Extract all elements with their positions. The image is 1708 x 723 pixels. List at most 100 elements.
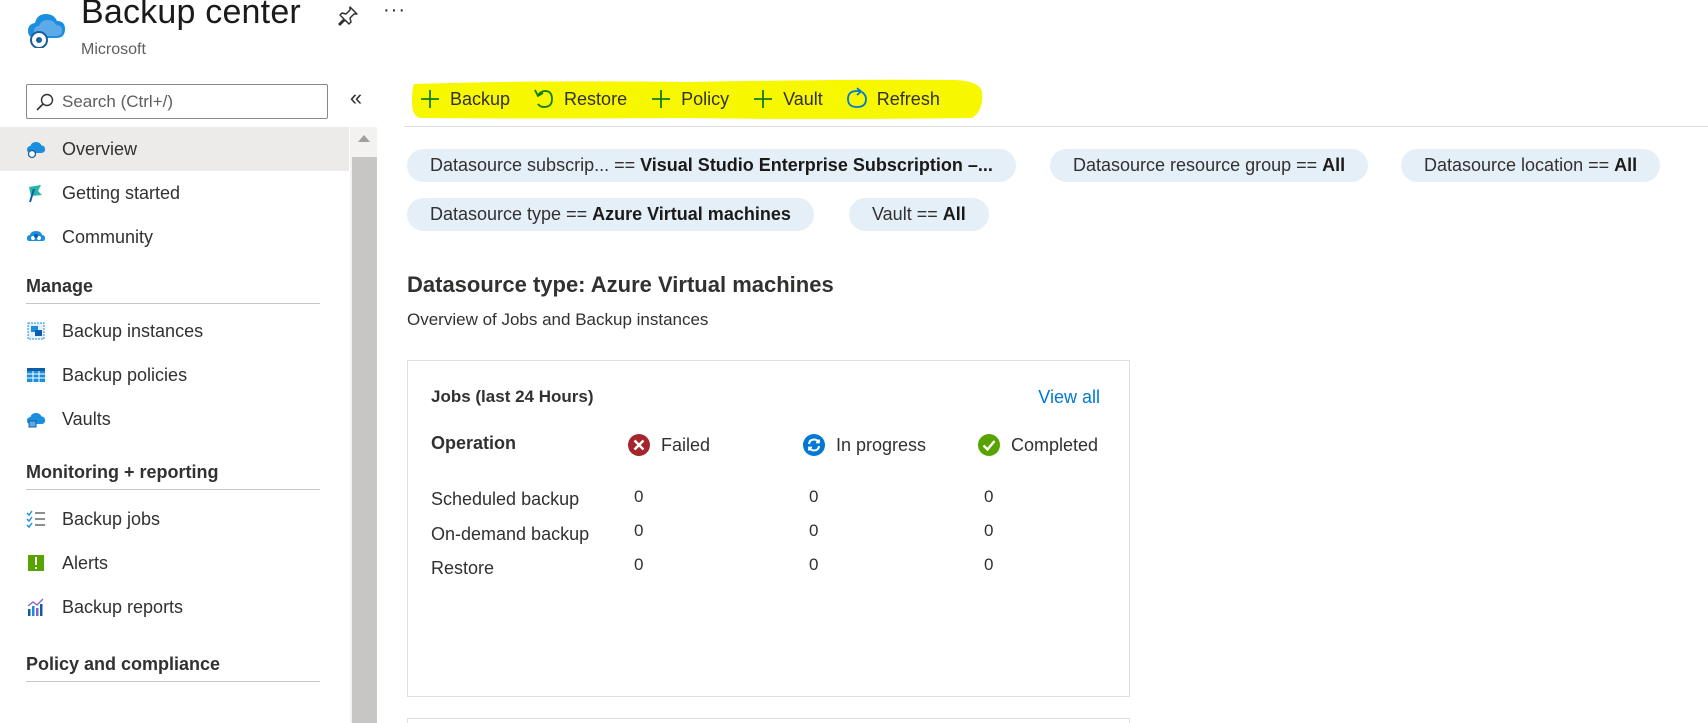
sidebar-item-label: Alerts xyxy=(62,552,109,573)
completed-icon xyxy=(978,434,1000,456)
pin-icon[interactable] xyxy=(336,4,360,28)
backup-button[interactable]: Backup xyxy=(418,87,510,111)
value-completed[interactable]: 0 xyxy=(984,487,993,507)
sidebar-item-community[interactable]: Community xyxy=(0,215,349,259)
filter-pill-resource-group[interactable]: Datasource resource group == All xyxy=(1050,149,1369,182)
jobs-card-title: Jobs (last 24 Hours) xyxy=(431,387,594,406)
getting-started-icon xyxy=(26,183,46,203)
sidebar-item-label: Backup policies xyxy=(62,364,188,385)
scroll-up-arrow-icon[interactable] xyxy=(350,127,377,149)
backup-button-label: Backup xyxy=(450,88,511,109)
sidebar-item-vaults[interactable]: Vaults xyxy=(0,397,349,441)
filter-pill-location[interactable]: Datasource location == All xyxy=(1401,149,1661,182)
filter-key: Datasource location == xyxy=(1424,155,1610,175)
page-title: Backup center xyxy=(81,0,301,31)
policy-button-label: Policy xyxy=(681,88,730,109)
sidebar-item-label: Getting started xyxy=(62,182,181,203)
nav-divider xyxy=(26,489,320,490)
column-header-completed: Completed xyxy=(977,433,1098,457)
filter-key: Vault == xyxy=(872,204,938,224)
policy-button[interactable]: Policy xyxy=(649,87,729,111)
search-icon xyxy=(36,93,54,111)
vault-button[interactable]: Vault xyxy=(751,87,823,111)
vaults-icon xyxy=(26,409,46,429)
sidebar-item-label: Community xyxy=(62,226,154,247)
row-label-scheduled-backup: Scheduled backup xyxy=(431,489,580,509)
filter-value: All xyxy=(1322,155,1346,175)
value-failed[interactable]: 0 xyxy=(634,555,643,575)
filter-key: Datasource subscrip... == xyxy=(430,155,636,175)
filter-pill-vault[interactable]: Vault == All xyxy=(849,198,989,231)
more-options-icon[interactable]: ··· xyxy=(383,0,406,22)
section-subtitle: Overview of Jobs and Backup instances xyxy=(407,310,709,329)
vault-button-label: Vault xyxy=(783,88,823,109)
backup-jobs-icon xyxy=(26,509,46,529)
filter-value: Azure Virtual machines xyxy=(592,204,791,224)
backup-reports-icon xyxy=(26,597,46,617)
filter-value: All xyxy=(1614,155,1638,175)
toolbar-divider xyxy=(404,126,1708,127)
failed-icon xyxy=(628,434,650,456)
filter-pill-subscription[interactable]: Datasource subscrip... == Visual Studio … xyxy=(407,149,1016,182)
column-label-in-progress: In progress xyxy=(836,434,927,455)
in-progress-icon xyxy=(803,434,825,456)
sidebar-item-overview[interactable]: Overview xyxy=(0,127,349,171)
backup-instances-icon xyxy=(26,321,46,341)
filter-value: Visual Studio Enterprise Subscription –.… xyxy=(640,155,993,175)
filter-key: Datasource type == xyxy=(430,204,588,224)
sidebar-item-label: Backup jobs xyxy=(62,508,161,529)
value-completed[interactable]: 0 xyxy=(984,521,993,541)
next-card-edge xyxy=(407,718,1130,723)
search-box[interactable] xyxy=(26,84,328,119)
refresh-icon xyxy=(846,87,867,108)
sidebar-item-label: Backup reports xyxy=(62,596,184,617)
app-header: Backup center ··· Microsoft xyxy=(0,0,1708,70)
value-completed[interactable]: 0 xyxy=(984,555,993,575)
sidebar-nav: Overview Getting started Community Manag… xyxy=(0,127,349,723)
toolbar-buttons: Backup Restore Policy Vault Refresh xyxy=(418,82,962,116)
column-label-completed: Completed xyxy=(1011,434,1099,455)
refresh-button[interactable]: Refresh xyxy=(845,87,940,111)
view-all-link[interactable]: View all xyxy=(1038,387,1100,408)
plus-icon xyxy=(754,90,773,108)
value-in-progress[interactable]: 0 xyxy=(809,521,818,541)
scrollbar-thumb[interactable] xyxy=(352,157,377,723)
sidebar-item-backup-instances[interactable]: Backup instances xyxy=(0,309,349,353)
collapse-sidebar-button[interactable]: « xyxy=(345,87,367,110)
sidebar-item-alerts[interactable]: Alerts xyxy=(0,541,349,585)
column-header-in-progress: In progress xyxy=(802,433,926,457)
backup-policies-icon xyxy=(26,365,46,385)
sidebar-item-getting-started[interactable]: Getting started xyxy=(0,171,349,215)
sidebar-scrollbar[interactable] xyxy=(350,127,377,723)
restore-button[interactable]: Restore xyxy=(532,87,627,111)
sidebar-item-backup-jobs[interactable]: Backup jobs xyxy=(0,497,349,541)
alerts-icon xyxy=(26,553,46,573)
row-label-on-demand-backup: On-demand backup xyxy=(431,524,590,544)
sidebar: « Overview Getting started xyxy=(0,78,378,723)
value-failed[interactable]: 0 xyxy=(634,487,643,507)
sidebar-item-label: Backup instances xyxy=(62,320,204,341)
sidebar-item-backup-reports[interactable]: Backup reports xyxy=(0,585,349,629)
filter-value: All xyxy=(942,204,966,224)
search-input[interactable] xyxy=(62,91,312,112)
nav-group-policy-compliance: Policy and compliance xyxy=(26,654,221,674)
backup-center-logo-icon xyxy=(28,14,65,48)
restore-icon xyxy=(534,89,553,108)
nav-group-manage: Manage xyxy=(26,276,94,296)
section-title: Datasource type: Azure Virtual machines xyxy=(407,272,834,297)
community-icon xyxy=(26,227,46,247)
command-bar: Backup Restore Policy Vault Refresh xyxy=(404,72,1708,126)
nav-divider xyxy=(26,303,320,304)
jobs-card: Jobs (last 24 Hours) View all Operation … xyxy=(407,360,1130,697)
value-failed[interactable]: 0 xyxy=(634,521,643,541)
value-in-progress[interactable]: 0 xyxy=(809,487,818,507)
value-in-progress[interactable]: 0 xyxy=(809,555,818,575)
sidebar-item-label: Vaults xyxy=(62,408,111,429)
sidebar-item-backup-policies[interactable]: Backup policies xyxy=(0,353,349,397)
refresh-button-label: Refresh xyxy=(876,88,940,109)
row-label-restore: Restore xyxy=(431,558,495,578)
nav-group-monitoring: Monitoring + reporting xyxy=(26,462,219,482)
filter-pill-datasource-type[interactable]: Datasource type == Azure Virtual machine… xyxy=(407,198,814,231)
filter-key: Datasource resource group == xyxy=(1073,155,1318,175)
sidebar-item-label: Overview xyxy=(62,138,138,159)
